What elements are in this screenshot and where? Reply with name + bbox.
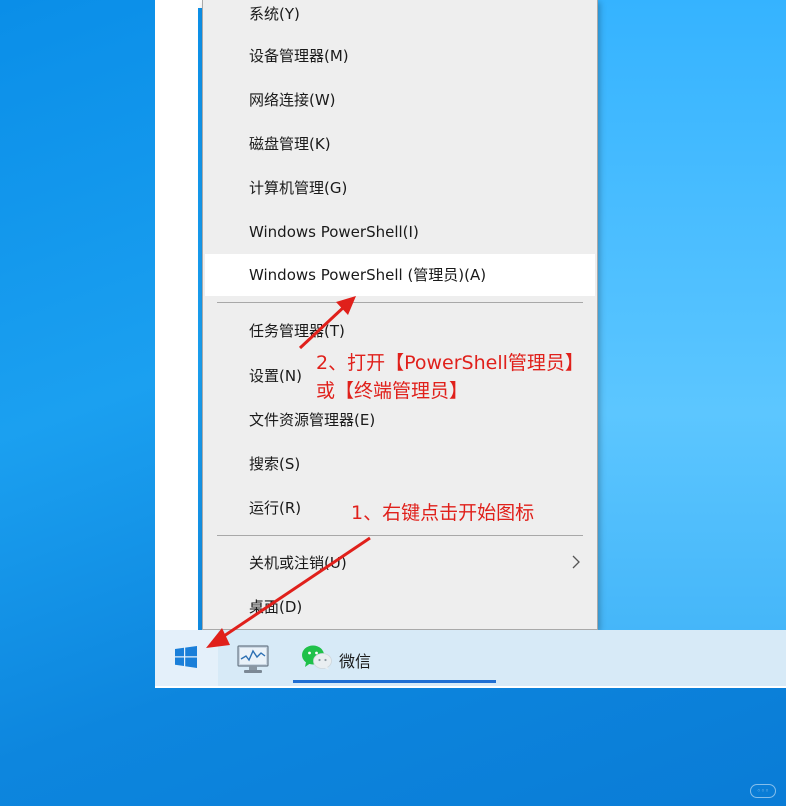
annotation-step-2-line-1: 2、打开【PowerShell管理员】 <box>316 352 584 374</box>
active-app-indicator <box>293 680 496 683</box>
start-button[interactable] <box>155 630 218 686</box>
annotation-step-2-line-2: 或【终端管理员】 <box>316 380 469 402</box>
menu-item-label: 桌面(D) <box>249 598 303 616</box>
taskbar-app-performance-monitor[interactable] <box>235 642 271 676</box>
menu-item-label: 任务管理器(T) <box>249 322 345 340</box>
taskbar-border <box>155 686 786 688</box>
wechat-icon <box>302 645 332 670</box>
windows-logo-icon <box>175 646 197 668</box>
menu-item-label: 系统(Y) <box>249 5 300 23</box>
menu-item-label: 文件资源管理器(E) <box>249 411 376 429</box>
chevron-right-icon <box>572 555 580 569</box>
menu-item-label: Windows PowerShell (管理员)(A) <box>249 266 487 284</box>
taskbar: 微信 <box>155 630 786 688</box>
menu-item-label: 网络连接(W) <box>249 91 336 109</box>
menu-item-label: 关机或注销(U) <box>249 554 347 572</box>
menu-item-task-manager[interactable]: 任务管理器(T) <box>205 310 595 352</box>
menu-item-label: 设置(N) <box>249 367 302 385</box>
menu-item-computer-management[interactable]: 计算机管理(G) <box>205 167 595 209</box>
menu-separator <box>217 535 583 536</box>
menu-item-label: 磁盘管理(K) <box>249 135 331 153</box>
start-context-menu: 系统(Y) 设备管理器(M) 网络连接(W) 磁盘管理(K) 计算机管理(G) … <box>202 0 598 630</box>
menu-item-network-connections[interactable]: 网络连接(W) <box>205 79 595 121</box>
menu-item-label: 计算机管理(G) <box>249 179 348 197</box>
watermark-logo: ◦◦◦ <box>750 784 776 798</box>
menu-item-label: 运行(R) <box>249 499 302 517</box>
annotation-step-1: 1、右键点击开始图标 <box>351 502 535 524</box>
menu-item-shutdown-signout[interactable]: 关机或注销(U) <box>205 542 595 584</box>
performance-monitor-icon <box>237 645 269 673</box>
menu-item-powershell[interactable]: Windows PowerShell(I) <box>205 211 595 253</box>
menu-item-disk-management[interactable]: 磁盘管理(K) <box>205 123 595 165</box>
menu-separator <box>217 302 583 303</box>
menu-item-device-manager[interactable]: 设备管理器(M) <box>205 35 595 77</box>
menu-item-label: 设备管理器(M) <box>249 47 349 65</box>
menu-item-powershell-admin[interactable]: Windows PowerShell (管理员)(A) <box>205 254 595 296</box>
menu-item-search[interactable]: 搜索(S) <box>205 443 595 485</box>
menu-item-file-explorer[interactable]: 文件资源管理器(E) <box>205 399 595 441</box>
menu-item-system[interactable]: 系统(Y) <box>205 0 595 35</box>
taskbar-app-label: 微信 <box>339 652 372 671</box>
menu-item-desktop[interactable]: 桌面(D) <box>205 586 595 628</box>
menu-item-label: 搜索(S) <box>249 455 301 473</box>
menu-item-label: Windows PowerShell(I) <box>249 223 419 241</box>
background-window-edge <box>155 0 198 688</box>
